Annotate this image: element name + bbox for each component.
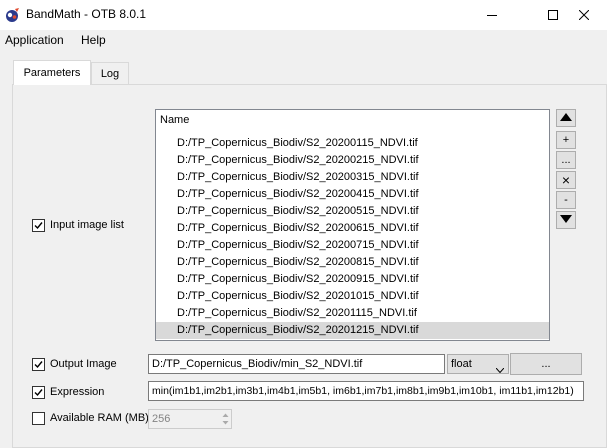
available-ram-spinbox[interactable]: 256 bbox=[148, 409, 232, 429]
input-image-list-checkbox[interactable] bbox=[32, 218, 45, 232]
move-up-button[interactable] bbox=[556, 109, 576, 127]
otb-logo-icon bbox=[5, 7, 21, 23]
close-button[interactable] bbox=[561, 0, 607, 30]
list-item-selected[interactable]: D:/TP_Copernicus_Biodiv/S2_20201215_NDVI… bbox=[156, 322, 549, 339]
output-type-value: float bbox=[451, 358, 472, 370]
list-item[interactable]: D:/TP_Copernicus_Biodiv/S2_20200615_NDVI… bbox=[156, 220, 549, 237]
expression-field[interactable]: min(im1b1,im2b1,im3b1,im4b1,im5b1, im6b1… bbox=[148, 381, 584, 401]
checkmark-icon bbox=[34, 388, 43, 396]
list-item[interactable]: D:/TP_Copernicus_Biodiv/S2_20200515_NDVI… bbox=[156, 203, 549, 220]
list-item[interactable]: D:/TP_Copernicus_Biodiv/S2_20200715_NDVI… bbox=[156, 237, 549, 254]
move-down-button[interactable] bbox=[556, 211, 576, 229]
available-ram-spin-buttons[interactable] bbox=[221, 410, 230, 428]
list-item[interactable]: D:/TP_Copernicus_Biodiv/S2_20200815_NDVI… bbox=[156, 254, 549, 271]
remove-all-button[interactable]: - bbox=[556, 191, 576, 209]
tab-log[interactable]: Log bbox=[91, 62, 129, 84]
available-ram-row: Available RAM (MB) bbox=[32, 410, 149, 426]
list-item[interactable]: D:/TP_Copernicus_Biodiv/S2_20201015_NDVI… bbox=[156, 288, 549, 305]
tab-parameters[interactable]: Parameters bbox=[13, 60, 91, 85]
list-item[interactable]: D:/TP_Copernicus_Biodiv/S2_20200315_NDVI… bbox=[156, 169, 549, 186]
input-image-listbox[interactable]: Name D:/TP_Copernicus_Biodiv/S2_20200115… bbox=[155, 109, 550, 341]
menu-bar: Application Help bbox=[0, 30, 607, 50]
expression-label: Expression bbox=[50, 386, 105, 398]
list-item[interactable]: D:/TP_Copernicus_Biodiv/S2_20200415_NDVI… bbox=[156, 186, 549, 203]
close-icon bbox=[579, 10, 589, 20]
list-item[interactable]: D:/TP_Copernicus_Biodiv/S2_20200215_NDVI… bbox=[156, 152, 549, 169]
output-image-field[interactable]: D:/TP_Copernicus_Biodiv/min_S2_NDVI.tif bbox=[148, 354, 445, 374]
available-ram-label: Available RAM (MB) bbox=[50, 412, 149, 424]
list-item[interactable]: D:/TP_Copernicus_Biodiv/S2_20200115_NDVI… bbox=[156, 135, 549, 152]
title-bar: BandMath - OTB 8.0.1 bbox=[0, 0, 607, 30]
input-image-list-label: Input image list bbox=[50, 219, 124, 231]
available-ram-checkbox[interactable] bbox=[32, 411, 45, 425]
up-arrow-icon bbox=[560, 112, 572, 124]
minimize-icon bbox=[487, 10, 497, 20]
list-items: D:/TP_Copernicus_Biodiv/S2_20200115_NDVI… bbox=[156, 135, 549, 339]
chevron-down-icon bbox=[495, 361, 505, 379]
list-column-header: Name bbox=[160, 114, 190, 126]
output-type-select[interactable]: float bbox=[447, 354, 509, 374]
down-arrow-icon bbox=[560, 214, 572, 226]
spin-up-icon bbox=[222, 413, 229, 417]
menu-help[interactable]: Help bbox=[81, 33, 106, 47]
input-image-list-row: Input image list bbox=[32, 217, 124, 233]
browse-file-button[interactable]: ... bbox=[556, 151, 576, 169]
output-browse-button[interactable]: ... bbox=[510, 353, 582, 375]
spin-down-icon bbox=[222, 421, 229, 425]
menu-application[interactable]: Application bbox=[5, 33, 64, 47]
expression-checkbox[interactable] bbox=[32, 385, 45, 399]
output-image-label: Output Image bbox=[50, 358, 117, 370]
remove-button[interactable]: × bbox=[556, 171, 576, 189]
minimize-button[interactable] bbox=[469, 0, 515, 30]
maximize-icon bbox=[548, 10, 558, 20]
list-item[interactable]: D:/TP_Copernicus_Biodiv/S2_20201115_NDVI… bbox=[156, 305, 549, 322]
output-image-row: Output Image bbox=[32, 356, 117, 372]
output-image-checkbox[interactable] bbox=[32, 357, 45, 371]
checkmark-icon bbox=[34, 360, 43, 368]
window-title: BandMath - OTB 8.0.1 bbox=[26, 7, 147, 21]
add-button[interactable]: + bbox=[556, 131, 576, 149]
checkmark-icon bbox=[34, 221, 43, 229]
expression-row: Expression bbox=[32, 384, 104, 400]
list-item[interactable]: D:/TP_Copernicus_Biodiv/S2_20200915_NDVI… bbox=[156, 271, 549, 288]
